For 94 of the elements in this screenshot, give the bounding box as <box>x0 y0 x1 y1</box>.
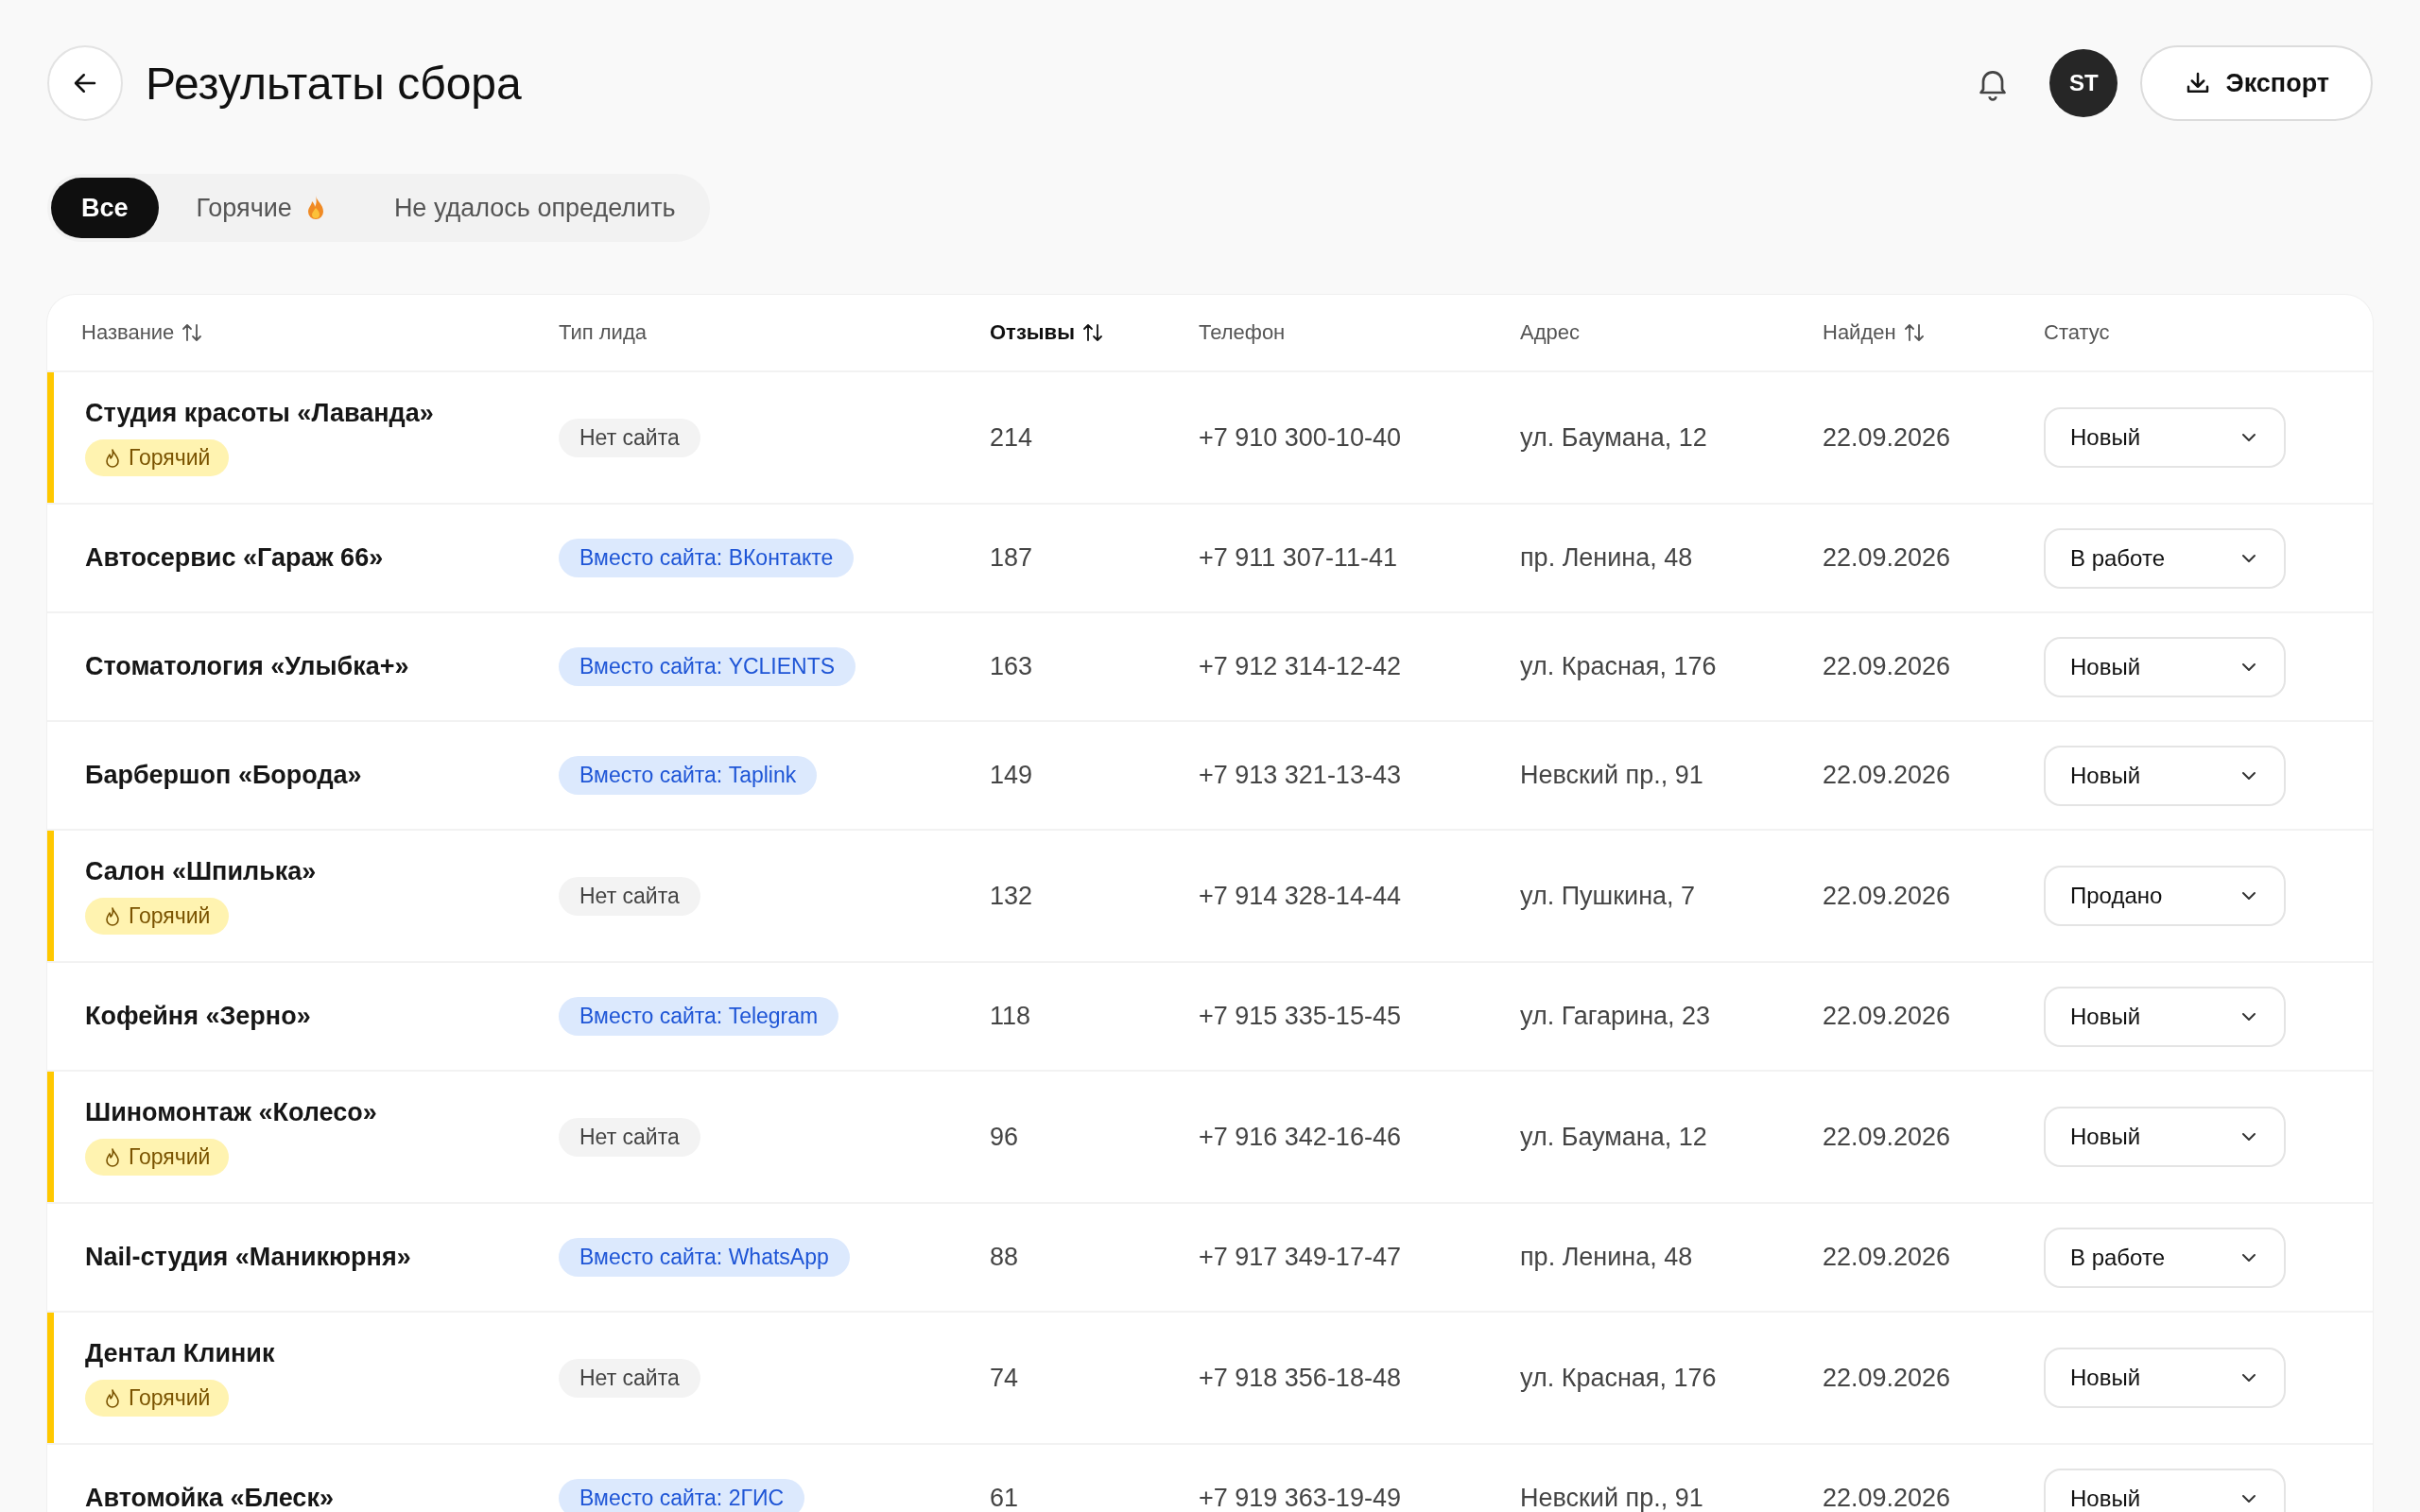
found-date: 22.09.2026 <box>1823 652 1951 681</box>
status-dropdown[interactable]: Новый <box>2044 1348 2286 1408</box>
status-dropdown[interactable]: Новый <box>2044 986 2286 1047</box>
address-text: Невский пр., 91 <box>1520 761 1703 790</box>
reviews-count: 61 <box>990 1484 1019 1512</box>
filter-tab[interactable]: Не удалось определить <box>363 178 706 238</box>
export-button[interactable]: Экспорт <box>2140 45 2373 121</box>
phone-number: +7 913 321-13-43 <box>1199 761 1401 790</box>
found-date: 22.09.2026 <box>1823 1243 1951 1272</box>
found-date: 22.09.2026 <box>1823 1484 1951 1512</box>
filter-tab[interactable]: Все <box>51 178 159 238</box>
address-text: пр. Ленина, 48 <box>1520 1243 1693 1272</box>
sort-icon[interactable] <box>1903 322 1925 343</box>
company-name: Кофейня «Зерно» <box>85 1002 311 1031</box>
phone-number: +7 910 300-10-40 <box>1199 422 1401 453</box>
status-dropdown[interactable]: В работе <box>2044 1227 2286 1288</box>
lead-type-tag: Вместо сайта: 2ГИС <box>559 1479 805 1512</box>
reviews-count: 187 <box>990 543 1033 573</box>
flame-icon <box>104 905 121 927</box>
address-text: Невский пр., 91 <box>1520 1484 1703 1512</box>
page-title: Результаты сбора <box>146 57 522 110</box>
lead-type-tag: Вместо сайта: WhatsApp <box>559 1238 850 1277</box>
lead-type-tag: Нет сайта <box>559 418 700 457</box>
lead-type-tag: Нет сайта <box>559 876 700 916</box>
found-date: 22.09.2026 <box>1823 881 1951 911</box>
reviews-count: 132 <box>990 881 1033 911</box>
column-header[interactable]: Отзывы <box>990 320 1075 345</box>
column-header: Телефон <box>1199 320 1286 345</box>
company-name: Шиномонтаж «Колесо» <box>85 1098 377 1127</box>
column-header[interactable]: Найден <box>1823 320 1896 345</box>
flame-icon <box>104 1146 121 1168</box>
reviews-count: 163 <box>990 652 1033 681</box>
flame-icon <box>104 447 121 469</box>
address-text: ул. Пушкина, 7 <box>1520 881 1696 911</box>
sort-icon[interactable] <box>182 322 203 343</box>
column-header[interactable]: Название <box>81 320 175 345</box>
reviews-count: 96 <box>990 1122 1019 1152</box>
address-text: ул. Красная, 176 <box>1520 652 1717 681</box>
address-text: ул. Красная, 176 <box>1520 1363 1717 1393</box>
status-dropdown[interactable]: Новый <box>2044 1107 2286 1167</box>
found-date: 22.09.2026 <box>1823 1002 1951 1031</box>
reviews-count: 214 <box>990 422 1033 453</box>
found-date: 22.09.2026 <box>1823 422 1951 453</box>
user-avatar[interactable]: ST <box>2049 49 2118 117</box>
phone-number: +7 912 314-12-42 <box>1199 652 1401 681</box>
reviews-count: 88 <box>990 1243 1019 1272</box>
hot-badge: Горячий <box>85 439 230 476</box>
phone-number: +7 919 363-19-49 <box>1199 1484 1401 1512</box>
found-date: 22.09.2026 <box>1823 1122 1951 1152</box>
phone-number: +7 916 342-16-46 <box>1199 1122 1401 1152</box>
column-header: Тип лида <box>559 320 647 345</box>
filter-tab[interactable]: Горячие <box>165 178 356 238</box>
company-name: Nail-студия «Маникюрня» <box>85 1243 411 1272</box>
phone-number: +7 911 307-11-41 <box>1199 543 1397 573</box>
column-header: Статус <box>2044 320 2110 345</box>
hot-badge: Горячий <box>85 1139 230 1176</box>
reviews-count: 149 <box>990 761 1033 790</box>
status-dropdown[interactable]: В работе <box>2044 527 2286 589</box>
column-header: Адрес <box>1520 320 1580 345</box>
company-name: Автомойка «Блеск» <box>85 1484 334 1512</box>
found-date: 22.09.2026 <box>1823 543 1951 573</box>
company-name: Автосервис «Гараж 66» <box>85 543 384 573</box>
company-name: Студия красоты «Лаванда» <box>85 399 434 428</box>
lead-type-tag: Вместо сайта: ВКонтакте <box>559 539 855 577</box>
company-name: Дентал Клиник <box>85 1339 275 1368</box>
sort-icon[interactable] <box>1081 322 1103 343</box>
phone-number: +7 914 328-14-44 <box>1199 881 1401 911</box>
status-dropdown[interactable]: Новый <box>2044 1468 2286 1512</box>
lead-type-tag: Вместо сайта: YCLIENTS <box>559 647 856 686</box>
status-dropdown[interactable]: Продано <box>2044 866 2286 926</box>
found-date: 22.09.2026 <box>1823 1363 1951 1393</box>
reviews-count: 118 <box>990 1002 1031 1031</box>
company-name: Барбершоп «Борода» <box>85 761 362 790</box>
hot-badge: Горячий <box>85 1380 230 1417</box>
status-dropdown[interactable]: Новый <box>2044 636 2286 697</box>
found-date: 22.09.2026 <box>1823 761 1951 790</box>
phone-number: +7 917 349-17-47 <box>1199 1243 1401 1272</box>
reviews-count: 74 <box>990 1363 1019 1393</box>
address-text: ул. Баумана, 12 <box>1520 422 1707 453</box>
lead-type-tag: Вместо сайта: Taplink <box>559 756 818 795</box>
hot-badge: Горячий <box>85 898 230 935</box>
lead-type-tag: Нет сайта <box>559 1117 700 1157</box>
address-text: пр. Ленина, 48 <box>1520 543 1693 573</box>
lead-type-tag: Вместо сайта: Telegram <box>559 997 839 1036</box>
address-text: ул. Баумана, 12 <box>1520 1122 1707 1152</box>
phone-number: +7 915 335-15-45 <box>1199 1002 1401 1031</box>
company-name: Салон «Шпилька» <box>85 857 317 886</box>
status-dropdown[interactable]: Новый <box>2044 407 2286 468</box>
flame-icon <box>104 1387 121 1409</box>
phone-number: +7 918 356-18-48 <box>1199 1363 1401 1393</box>
status-dropdown[interactable]: Новый <box>2044 745 2286 806</box>
address-text: ул. Гагарина, 23 <box>1520 1002 1711 1031</box>
lead-type-tag: Нет сайта <box>559 1358 700 1398</box>
company-name: Стоматология «Улыбка+» <box>85 652 409 681</box>
